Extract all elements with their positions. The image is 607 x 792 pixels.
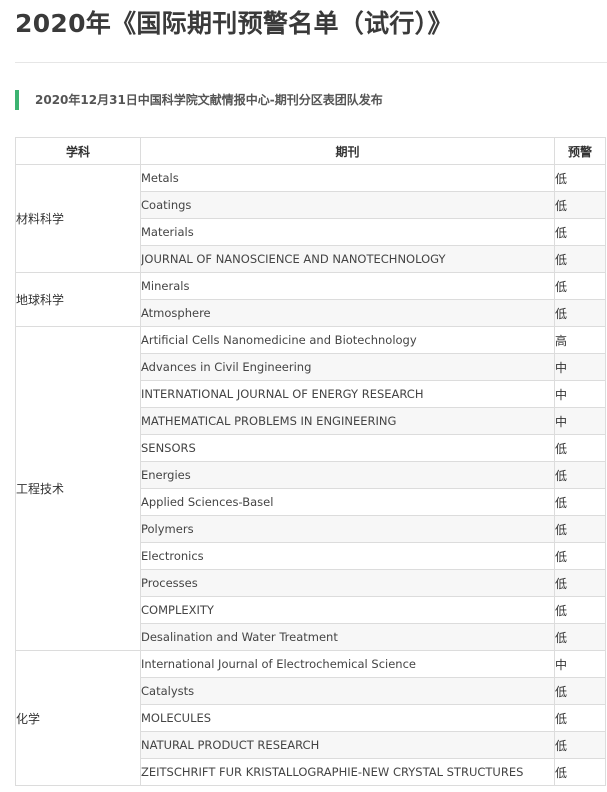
publication-note: 2020年12月31日中国科学院文献情报中心-期刊分区表团队发布: [15, 90, 383, 110]
page-title: 2020年《国际期刊预警名单（试行）》: [15, 9, 453, 38]
journal-cell: Energies: [140, 461, 555, 489]
journal-cell: Electronics: [140, 542, 555, 570]
warning-level-cell: 低: [554, 461, 606, 489]
journal-cell: INTERNATIONAL JOURNAL OF ENERGY RESEARCH: [140, 380, 555, 408]
title-divider: [15, 62, 607, 63]
journal-cell: NATURAL PRODUCT RESEARCH: [140, 731, 555, 759]
header-warning: 预警: [554, 137, 606, 165]
journal-cell: Minerals: [140, 272, 555, 300]
table-row: 地球科学 Minerals 低: [15, 272, 606, 327]
journal-cell: MATHEMATICAL PROBLEMS IN ENGINEERING: [140, 407, 555, 435]
warning-level-cell: 低: [554, 245, 606, 273]
journal-cell: Advances in Civil Engineering: [140, 353, 555, 381]
warning-level-cell: 低: [554, 542, 606, 570]
subject-cell: 工程技术: [15, 326, 141, 651]
journal-cell: Processes: [140, 569, 555, 597]
warning-level-cell: 低: [554, 434, 606, 462]
journal-cell: SENSORS: [140, 434, 555, 462]
journal-warning-table: 学科 期刊 预警 材料科学 Metals 低 Coatings 低 Materials 低 J…: [15, 137, 606, 786]
table-row: 材料科学 Metals 低: [15, 164, 606, 273]
warning-level-cell: 高: [554, 326, 606, 354]
journal-cell: Polymers: [140, 515, 555, 543]
warning-level-cell: 低: [554, 623, 606, 651]
table-row: 化学 International Journal of Electrochemic…: [15, 650, 606, 786]
warning-level-cell: 低: [554, 272, 606, 300]
journal-cell: Desalination and Water Treatment: [140, 623, 555, 651]
table-body: 材料科学 Metals 低 Coatings 低 Materials 低 JOURNAL OF…: [15, 164, 606, 786]
warning-level-cell: 低: [554, 758, 606, 786]
journal-cell: Atmosphere: [140, 299, 555, 327]
table-row: 工程技术 Artificial Cells Nanomedicine and Bi…: [15, 326, 606, 651]
journal-cell: International Journal of Electrochemical…: [140, 650, 555, 678]
warning-level-cell: 低: [554, 515, 606, 543]
warning-level-cell: 中: [554, 353, 606, 381]
warning-level-cell: 低: [554, 596, 606, 624]
warning-level-cell: 低: [554, 218, 606, 246]
warning-level-cell: 中: [554, 650, 606, 678]
header-subject: 学科: [15, 137, 141, 165]
warning-level-cell: 低: [554, 731, 606, 759]
header-journal: 期刊: [140, 137, 555, 165]
journal-cell: Catalysts: [140, 677, 555, 705]
journal-cell: Applied Sciences-Basel: [140, 488, 555, 516]
warning-level-cell: 低: [554, 677, 606, 705]
warning-level-cell: 低: [554, 569, 606, 597]
warning-level-cell: 低: [554, 488, 606, 516]
warning-level-cell: 中: [554, 380, 606, 408]
journal-cell: Coatings: [140, 191, 555, 219]
journal-cell: Materials: [140, 218, 555, 246]
journal-cell: MOLECULES: [140, 704, 555, 732]
warning-level-cell: 低: [554, 299, 606, 327]
warning-level-cell: 低: [554, 164, 606, 192]
journal-cell: Artificial Cells Nanomedicine and Biotec…: [140, 326, 555, 354]
journal-cell: JOURNAL OF NANOSCIENCE AND NANOTECHNOLOG…: [140, 245, 555, 273]
warning-level-cell: 低: [554, 704, 606, 732]
warning-level-cell: 中: [554, 407, 606, 435]
journal-cell: ZEITSCHRIFT FUR KRISTALLOGRAPHIE-NEW CRY…: [140, 758, 555, 786]
subject-cell: 化学: [15, 650, 141, 786]
warning-level-cell: 低: [554, 191, 606, 219]
subject-cell: 地球科学: [15, 272, 141, 327]
journal-cell: Metals: [140, 164, 555, 192]
journal-cell: COMPLEXITY: [140, 596, 555, 624]
table-header-row: 学科 期刊 预警: [15, 137, 606, 165]
subject-cell: 材料科学: [15, 164, 141, 273]
